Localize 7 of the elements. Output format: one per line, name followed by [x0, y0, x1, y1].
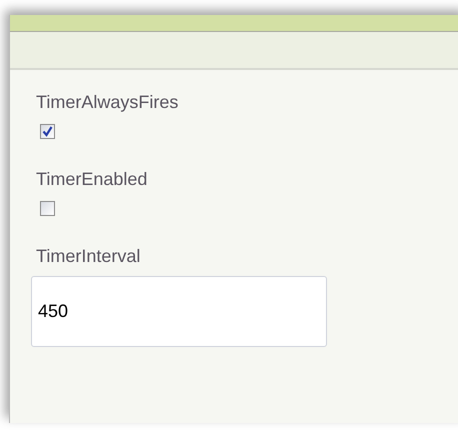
- checkbox[interactable]: [40, 201, 55, 216]
- property-label: TimerEnabled: [36, 169, 148, 189]
- property-label: TimerInterval: [36, 246, 142, 266]
- checkmark-icon: [42, 126, 53, 137]
- interval-field[interactable]: 450: [31, 276, 327, 347]
- checkbox[interactable]: [40, 124, 55, 139]
- property-label: TimerAlwaysFires: [36, 92, 180, 112]
